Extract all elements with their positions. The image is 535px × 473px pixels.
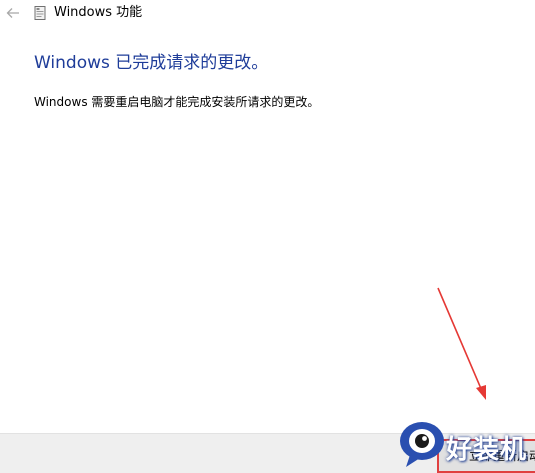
restart-message: Windows 需要重启电脑才能完成安装所请求的更改。 xyxy=(34,95,320,109)
back-arrow-icon xyxy=(6,8,19,18)
window-title: Windows 功能 xyxy=(54,5,143,20)
restart-now-button[interactable]: 立即重新启动 xyxy=(437,439,535,473)
back-button[interactable] xyxy=(2,2,24,24)
windows-features-icon xyxy=(34,6,46,20)
page-heading: Windows 已完成请求的更改。 xyxy=(34,53,269,73)
title-bar: Windows 功能 xyxy=(0,0,535,28)
